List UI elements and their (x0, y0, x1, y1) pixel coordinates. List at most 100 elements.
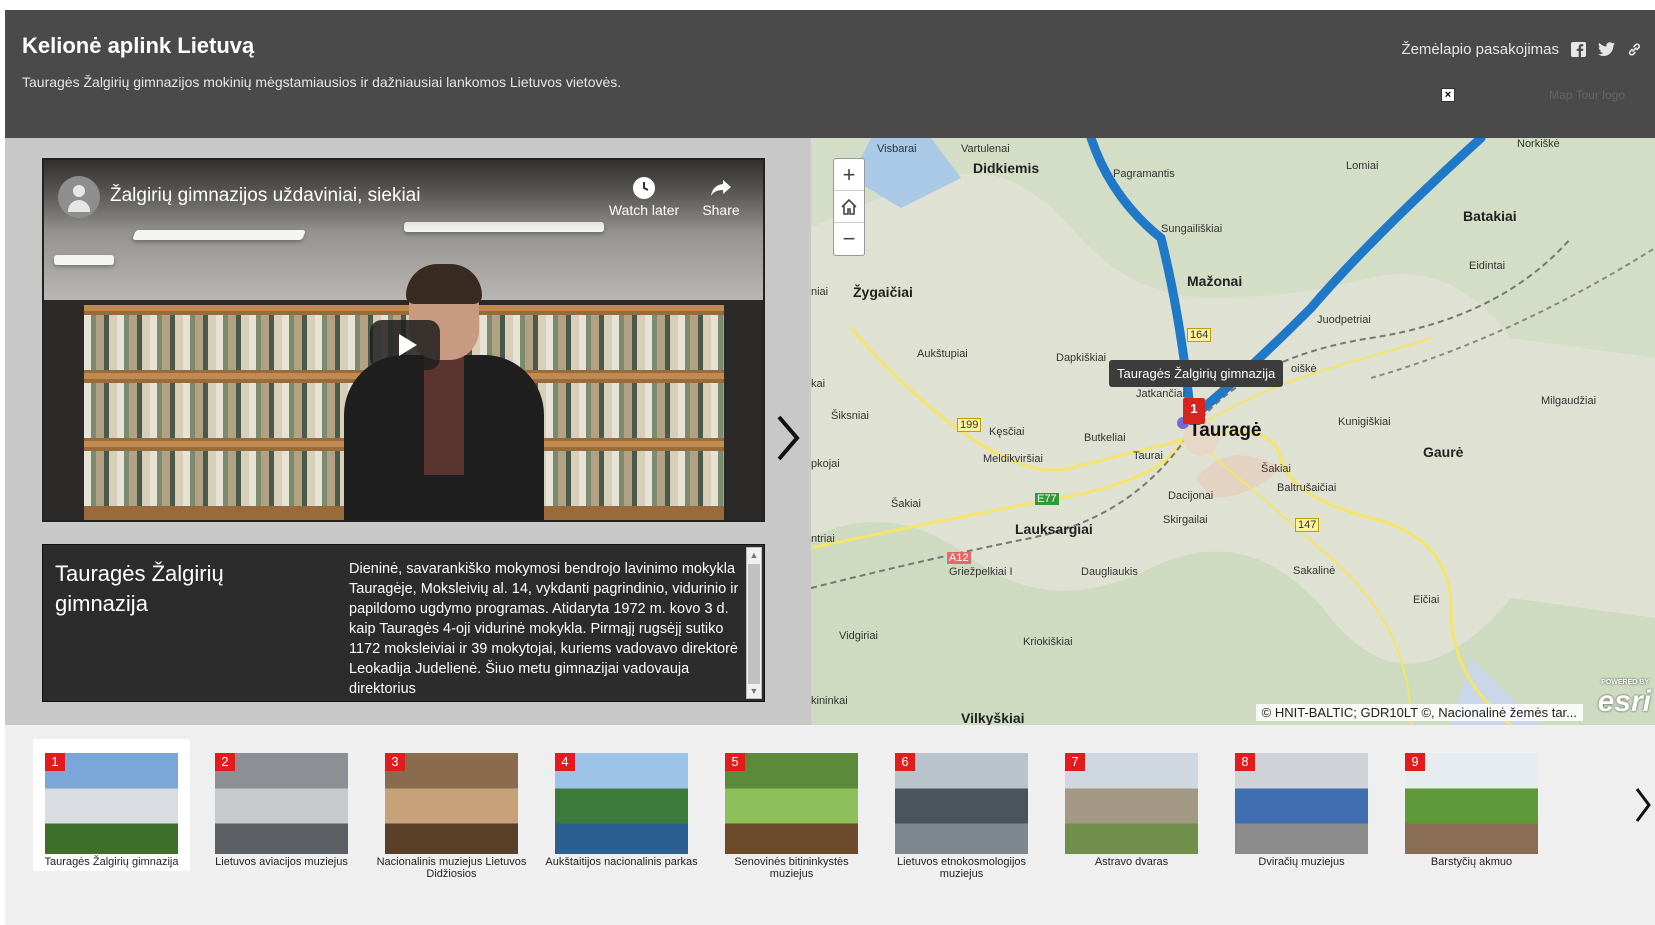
place-label: Aukštupiai (917, 348, 968, 360)
map-marker-1[interactable]: 1 (1183, 398, 1205, 424)
place-label: Žygaičiai (853, 284, 913, 300)
ceiling-lamp (54, 255, 114, 265)
place-label: Butkeliai (1084, 432, 1126, 444)
place-label: Skirgailai (1163, 514, 1208, 526)
speaker-shirt (424, 355, 464, 475)
link-icon[interactable] (1625, 40, 1643, 58)
share-arrow-icon (676, 176, 763, 202)
road-shield: 164 (1187, 328, 1212, 342)
carousel-item-number: 9 (1405, 753, 1425, 771)
carousel-item[interactable]: 7 Astravo dvaras (1053, 739, 1210, 871)
place-label: Sakalinė (1293, 565, 1336, 577)
map-zoom-controls: + − (833, 158, 865, 256)
carousel-item-number: 5 (725, 753, 745, 771)
carousel-item[interactable]: 1 Tauragės Žalgirių gimnazija (33, 739, 190, 871)
story-label: Žemėlapio pasakojimas (1401, 40, 1559, 58)
place-label: ntriai (811, 533, 835, 545)
carousel-item-number: 3 (385, 753, 405, 771)
scroll-up-icon[interactable]: ▲ (747, 548, 761, 562)
carousel-item[interactable]: 8 Dviračių muziejus (1223, 739, 1380, 871)
map-attribution[interactable]: © HNIT-BALTIC; GDR10LT ©, Nacionalinė že… (1255, 704, 1583, 721)
place-label: Kunigiškiai (1338, 416, 1391, 428)
place-label: Lomiai (1346, 160, 1379, 172)
place-label: oiškė (1291, 363, 1317, 375)
carousel-item-label: Lietuvos etnokosmologijos muziejus (896, 856, 1027, 880)
place-label: Kęsčiai (989, 426, 1025, 438)
home-button[interactable] (834, 191, 864, 223)
place-label: Eičiai (1413, 594, 1440, 606)
carousel-item-number: 2 (215, 753, 235, 771)
carousel-item-label: Senovinės bitininkystės muziejus (734, 856, 849, 880)
carousel-item-label: Lietuvos aviacijos muziejus (215, 856, 348, 868)
map-tour-app: Kelionė aplink Lietuvą Tauragės Žalgirių… (5, 10, 1655, 925)
carousel-item-number: 1 (45, 753, 65, 771)
place-label: Meldikviršiai (983, 453, 1043, 465)
place-label: Dapkiškiai (1056, 352, 1107, 364)
place-label: Baltrušaičiai (1277, 482, 1337, 494)
description-panel: Tauragės Žalgirių gimnazija Dieninė, sav… (42, 544, 765, 702)
map-tour-logo: Map Tour logo (1549, 88, 1625, 102)
place-label: Griežpelkiai I (949, 566, 1013, 578)
carousel-item[interactable]: 4 Aukštaitijos nacionalinis parkas (543, 739, 700, 871)
carousel-item-number: 6 (895, 753, 915, 771)
place-label: Mažonai (1187, 273, 1243, 289)
map-tooltip: Tauragės Žalgirių gimnazija (1109, 360, 1284, 387)
home-icon (841, 198, 857, 215)
powered-by-label: POWERED BY (1601, 679, 1649, 686)
zoom-in-button[interactable]: + (834, 159, 864, 191)
place-label: kininkai (811, 695, 848, 707)
scroll-down-icon[interactable]: ▼ (747, 684, 761, 698)
carousel-item[interactable]: 5 Senovinės bitininkystės muziejus (713, 739, 870, 880)
carousel-item-label: Barstyčių akmuo (1430, 856, 1513, 868)
description-title: Tauragės Žalgirių gimnazija (55, 561, 224, 616)
speaker-figure (344, 264, 544, 520)
header-share-bar: Žemėlapio pasakojimas (1401, 40, 1643, 58)
facebook-icon[interactable] (1569, 40, 1587, 58)
carousel-item-label: Tauragės Žalgirių gimnazija (44, 856, 179, 868)
carousel-next-icon[interactable] (1633, 785, 1653, 825)
place-label: Kriokiškiai (1023, 636, 1073, 648)
map-view[interactable]: Visbarai Vartulenai Didkiemis Pagramanti… (811, 138, 1655, 725)
place-label: Dacijonai (1168, 490, 1214, 502)
carousel-item-label: Dviračių muziejus (1258, 856, 1345, 868)
place-label: Vartulenai (961, 143, 1010, 155)
header: Kelionė aplink Lietuvą Tauragės Žalgirių… (5, 10, 1655, 138)
road-shield: 199 (957, 418, 982, 432)
zoom-out-button[interactable]: − (834, 223, 864, 255)
place-label: pkojai (811, 458, 840, 470)
place-label: Norkiškė (1517, 138, 1560, 150)
description-scrollbar[interactable]: ▲ ▼ (746, 547, 762, 699)
place-label: Šakiai (891, 498, 921, 510)
channel-avatar-icon[interactable] (58, 176, 100, 218)
carousel-item[interactable]: 2 Lietuvos aviacijos muziejus (203, 739, 360, 871)
twitter-icon[interactable] (1597, 40, 1615, 58)
share-label: Share (702, 202, 740, 218)
share-button[interactable]: Share (676, 176, 763, 218)
place-label: Šiksniai (831, 410, 869, 422)
video-player[interactable]: Žalgirių gimnazijos uždaviniai, siekiai … (42, 158, 765, 522)
carousel-item[interactable]: 9 Barstyčių akmuo (1393, 739, 1550, 871)
place-label: Batakiai (1463, 208, 1517, 224)
video-title[interactable]: Žalgirių gimnazijos uždaviniai, siekiai (110, 185, 420, 207)
scroll-thumb[interactable] (748, 564, 760, 684)
place-label: niai (811, 286, 829, 298)
esri-logo[interactable]: POWERED BY esri (1587, 679, 1655, 725)
place-label: Sungailiškiai (1161, 223, 1223, 235)
carousel-item-number: 4 (555, 753, 575, 771)
place-label: Vilkyškiai (961, 710, 1025, 725)
place-label: Juodpetriai (1317, 314, 1371, 326)
carousel-item-label: Nacionalinis muziejus Lietuvos Didžiosio… (376, 856, 527, 880)
page-subtitle: Tauragės Žalgirių gimnazijos mokinių mėg… (22, 74, 622, 90)
play-button[interactable] (370, 320, 440, 370)
place-label: Pagramantis (1113, 168, 1175, 180)
close-logo-icon[interactable]: × (1441, 88, 1455, 102)
place-label: Visbarai (877, 143, 917, 155)
media-panel: Žalgirių gimnazijos uždaviniai, siekiai … (5, 138, 811, 725)
carousel-item-number: 8 (1235, 753, 1255, 771)
place-label: Lauksargiai (1015, 521, 1093, 537)
next-arrow-icon[interactable] (770, 408, 806, 468)
carousel-item-label: Aukštaitijos nacionalinis parkas (545, 856, 698, 868)
place-label: Gaurė (1423, 444, 1464, 460)
carousel-item[interactable]: 6 Lietuvos etnokosmologijos muziejus (883, 739, 1040, 880)
carousel-item[interactable]: 3 Nacionalinis muziejus Lietuvos Didžiosi… (373, 739, 530, 880)
